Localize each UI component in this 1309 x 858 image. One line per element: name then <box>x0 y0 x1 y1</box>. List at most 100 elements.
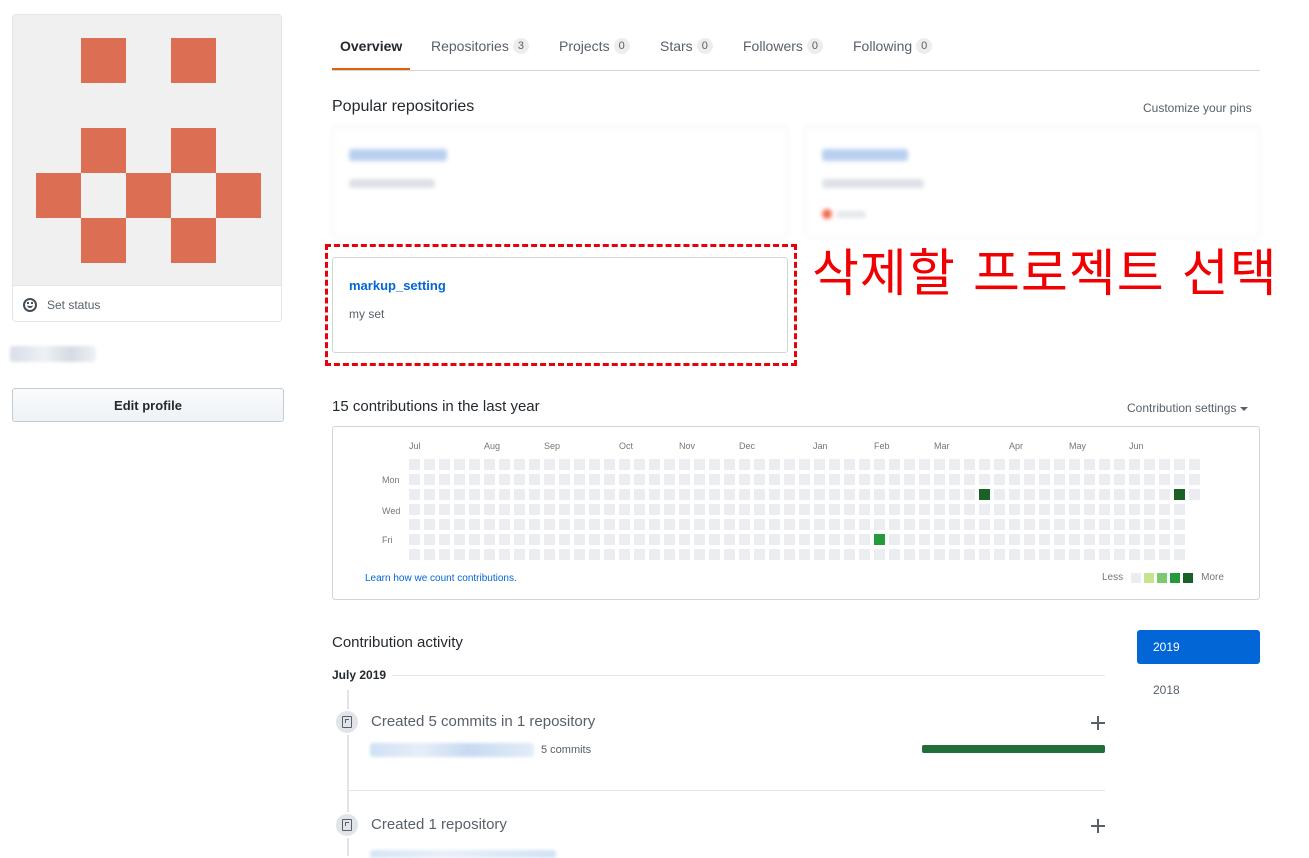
contribution-day-cell[interactable] <box>694 489 705 500</box>
contribution-settings-dropdown[interactable]: Contribution settings <box>1127 401 1249 415</box>
contribution-day-cell[interactable] <box>934 459 945 470</box>
contribution-day-cell[interactable] <box>1084 519 1095 530</box>
contribution-day-cell[interactable] <box>559 459 570 470</box>
contribution-day-cell[interactable] <box>769 459 780 470</box>
contribution-day-cell[interactable] <box>439 489 450 500</box>
contribution-day-cell[interactable] <box>724 474 735 485</box>
contribution-day-cell[interactable] <box>1174 504 1185 515</box>
contribution-day-cell[interactable] <box>919 459 930 470</box>
contribution-day-cell[interactable] <box>1054 504 1065 515</box>
contribution-day-cell[interactable] <box>724 459 735 470</box>
contribution-day-cell[interactable] <box>904 459 915 470</box>
contribution-day-cell[interactable] <box>514 489 525 500</box>
contribution-day-cell[interactable] <box>484 489 495 500</box>
contribution-day-cell[interactable] <box>634 534 645 545</box>
tab-stars[interactable]: Stars 0 <box>660 22 713 69</box>
contribution-day-cell[interactable] <box>679 534 690 545</box>
contribution-day-cell[interactable] <box>1084 459 1095 470</box>
contribution-day-cell[interactable] <box>409 504 420 515</box>
contribution-day-cell[interactable] <box>754 534 765 545</box>
edit-profile-button[interactable]: Edit profile <box>12 388 284 422</box>
contribution-day-cell[interactable] <box>634 519 645 530</box>
contribution-day-cell[interactable] <box>679 489 690 500</box>
contribution-day-cell[interactable] <box>844 519 855 530</box>
contribution-day-cell[interactable] <box>649 474 660 485</box>
contribution-day-cell[interactable] <box>1144 549 1155 560</box>
contribution-day-cell[interactable] <box>424 534 435 545</box>
contribution-day-cell[interactable] <box>814 489 825 500</box>
contribution-day-cell[interactable] <box>589 459 600 470</box>
contribution-day-cell[interactable] <box>1144 519 1155 530</box>
contribution-day-cell[interactable] <box>544 549 555 560</box>
contribution-day-cell[interactable] <box>799 459 810 470</box>
contribution-day-cell[interactable] <box>1054 489 1065 500</box>
contribution-day-cell[interactable] <box>469 519 480 530</box>
contribution-day-cell[interactable] <box>499 504 510 515</box>
contribution-day-cell[interactable] <box>724 504 735 515</box>
contribution-day-cell[interactable] <box>1069 534 1080 545</box>
contribution-day-cell[interactable] <box>664 489 675 500</box>
contribution-day-cell[interactable] <box>1174 519 1185 530</box>
contribution-day-cell[interactable] <box>1039 504 1050 515</box>
contribution-day-cell[interactable] <box>964 489 975 500</box>
contribution-day-cell[interactable] <box>799 489 810 500</box>
contribution-day-cell[interactable] <box>1009 504 1020 515</box>
contribution-day-cell[interactable] <box>514 474 525 485</box>
contribution-day-cell[interactable] <box>589 519 600 530</box>
contribution-day-cell[interactable] <box>559 489 570 500</box>
contribution-day-cell[interactable] <box>799 519 810 530</box>
contribution-day-cell[interactable] <box>754 489 765 500</box>
contribution-day-cell[interactable] <box>559 474 570 485</box>
contribution-day-cell[interactable] <box>1069 459 1080 470</box>
contribution-day-cell[interactable] <box>739 549 750 560</box>
contribution-day-cell[interactable] <box>634 504 645 515</box>
contribution-day-cell[interactable] <box>844 489 855 500</box>
contribution-day-cell[interactable] <box>739 504 750 515</box>
contribution-day-cell[interactable] <box>454 504 465 515</box>
contribution-day-cell[interactable] <box>859 474 870 485</box>
contribution-day-cell[interactable] <box>1024 519 1035 530</box>
contribution-day-cell[interactable] <box>874 489 885 500</box>
contribution-day-cell[interactable] <box>829 549 840 560</box>
contribution-day-cell[interactable] <box>694 534 705 545</box>
contribution-day-cell[interactable] <box>499 459 510 470</box>
fold-icon[interactable] <box>1091 819 1105 833</box>
contribution-day-cell[interactable] <box>739 489 750 500</box>
contribution-day-cell[interactable] <box>754 474 765 485</box>
contribution-day-cell[interactable] <box>964 459 975 470</box>
year-2019-button[interactable]: 2019 <box>1137 630 1260 664</box>
contribution-day-cell[interactable] <box>724 534 735 545</box>
contribution-day-cell[interactable] <box>799 549 810 560</box>
contribution-day-cell[interactable] <box>1174 489 1185 500</box>
contribution-day-cell[interactable] <box>1159 549 1170 560</box>
contribution-day-cell[interactable] <box>1009 489 1020 500</box>
contribution-day-cell[interactable] <box>409 534 420 545</box>
contribution-day-cell[interactable] <box>874 534 885 545</box>
contribution-day-cell[interactable] <box>859 534 870 545</box>
tab-projects[interactable]: Projects 0 <box>559 22 630 69</box>
tab-following[interactable]: Following 0 <box>853 22 933 69</box>
contribution-day-cell[interactable] <box>1114 504 1125 515</box>
contribution-day-cell[interactable] <box>499 489 510 500</box>
contribution-day-cell[interactable] <box>829 504 840 515</box>
contribution-day-cell[interactable] <box>1159 489 1170 500</box>
contribution-day-cell[interactable] <box>829 534 840 545</box>
contribution-day-cell[interactable] <box>1039 459 1050 470</box>
contribution-day-cell[interactable] <box>934 489 945 500</box>
contribution-day-cell[interactable] <box>739 534 750 545</box>
contribution-day-cell[interactable] <box>949 504 960 515</box>
contribution-day-cell[interactable] <box>469 534 480 545</box>
contribution-day-cell[interactable] <box>664 519 675 530</box>
contribution-day-cell[interactable] <box>979 504 990 515</box>
contribution-day-cell[interactable] <box>559 504 570 515</box>
contribution-day-cell[interactable] <box>1054 459 1065 470</box>
contribution-day-cell[interactable] <box>859 519 870 530</box>
contribution-day-cell[interactable] <box>439 504 450 515</box>
year-2018-link[interactable]: 2018 <box>1153 683 1180 697</box>
contribution-day-cell[interactable] <box>409 549 420 560</box>
contribution-day-cell[interactable] <box>769 489 780 500</box>
contribution-day-cell[interactable] <box>529 489 540 500</box>
contribution-day-cell[interactable] <box>679 504 690 515</box>
contribution-day-cell[interactable] <box>844 549 855 560</box>
contribution-day-cell[interactable] <box>1114 489 1125 500</box>
